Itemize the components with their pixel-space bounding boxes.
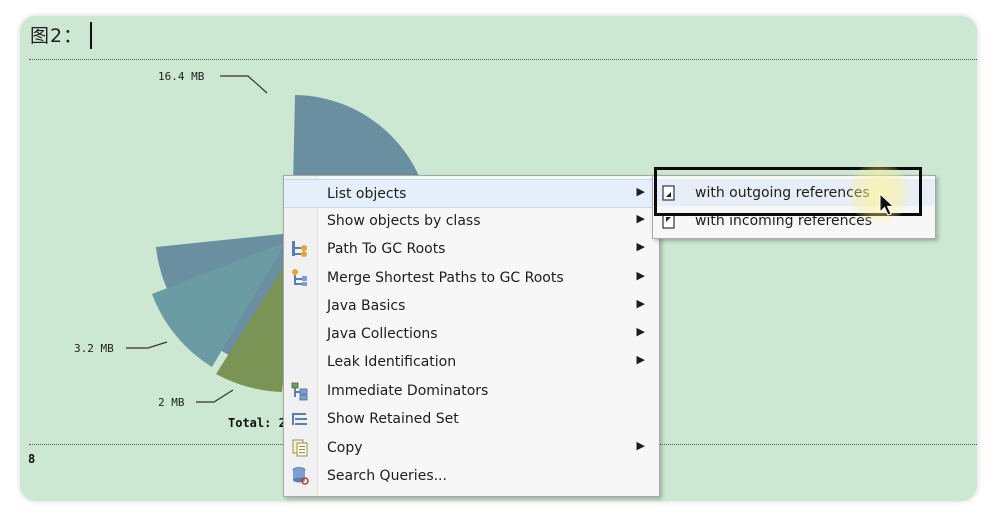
leader-line-16-4mb xyxy=(220,75,268,94)
leader-line-2mb xyxy=(196,389,234,403)
menu-item-leak-identification[interactable]: Leak Identification ▶ xyxy=(284,348,659,375)
menu-item-show-objects-by-class[interactable]: Show objects by class ▶ xyxy=(284,207,659,234)
pie-label-16-4mb: 16.4 MB xyxy=(158,70,205,83)
retained-set-icon xyxy=(292,413,307,425)
menu-item-label: Show objects by class xyxy=(327,213,481,229)
leader-line-3-2mb xyxy=(126,341,168,349)
menu-item-path-to-gc-roots[interactable]: Path To GC Roots ▶ xyxy=(284,235,659,262)
menu-item-immediate-dominators[interactable]: Immediate Dominators xyxy=(284,377,659,404)
submenu-arrow-icon: ▶ xyxy=(636,439,645,452)
dominator-tree-icon xyxy=(291,382,308,401)
mouse-pointer-icon xyxy=(879,193,895,216)
menu-item-label: Copy xyxy=(327,440,363,456)
pie-label-3-2mb: 3.2 MB xyxy=(74,342,114,355)
menu-item-label: List objects xyxy=(327,186,407,202)
submenu-arrow-icon: ▶ xyxy=(636,297,645,310)
menu-item-label: Java Basics xyxy=(327,298,406,314)
context-menu: List objects ▶ Show objects by class ▶ P… xyxy=(283,175,660,497)
menu-item-label: Java Collections xyxy=(327,326,438,342)
path-tree-icon xyxy=(292,241,307,257)
merge-tree-icon xyxy=(292,269,307,286)
menu-item-label: Leak Identification xyxy=(327,354,457,370)
menu-item-java-collections[interactable]: Java Collections ▶ xyxy=(284,320,659,347)
menu-item-label: Immediate Dominators xyxy=(327,383,489,399)
footer-text-fragment: 8 xyxy=(28,452,36,466)
submenu-arrow-icon: ▶ xyxy=(636,353,645,366)
menu-item-label: Show Retained Set xyxy=(327,411,459,427)
menu-item-show-retained-set[interactable]: Show Retained Set xyxy=(284,405,659,432)
menu-item-search-queries[interactable]: Search Queries... xyxy=(284,462,659,489)
submenu-arrow-icon: ▶ xyxy=(636,325,645,338)
menu-item-label: Search Queries... xyxy=(327,468,447,484)
submenu-arrow-icon: ▶ xyxy=(636,185,645,198)
menu-item-merge-shortest-paths[interactable]: Merge Shortest Paths to GC Roots ▶ xyxy=(284,264,659,291)
pie-label-2mb: 2 MB xyxy=(158,396,185,409)
menu-item-label: Path To GC Roots xyxy=(327,241,446,257)
copy-icon xyxy=(292,439,308,457)
submenu-arrow-icon: ▶ xyxy=(636,269,645,282)
submenu-arrow-icon: ▶ xyxy=(636,240,645,253)
menu-item-java-basics[interactable]: Java Basics ▶ xyxy=(284,292,659,319)
menu-item-list-objects[interactable]: List objects ▶ xyxy=(284,179,659,208)
menu-item-label: Merge Shortest Paths to GC Roots xyxy=(327,270,564,286)
database-search-icon xyxy=(292,467,309,485)
menu-item-copy[interactable]: Copy ▶ xyxy=(284,434,659,461)
submenu-arrow-icon: ▶ xyxy=(636,212,645,225)
